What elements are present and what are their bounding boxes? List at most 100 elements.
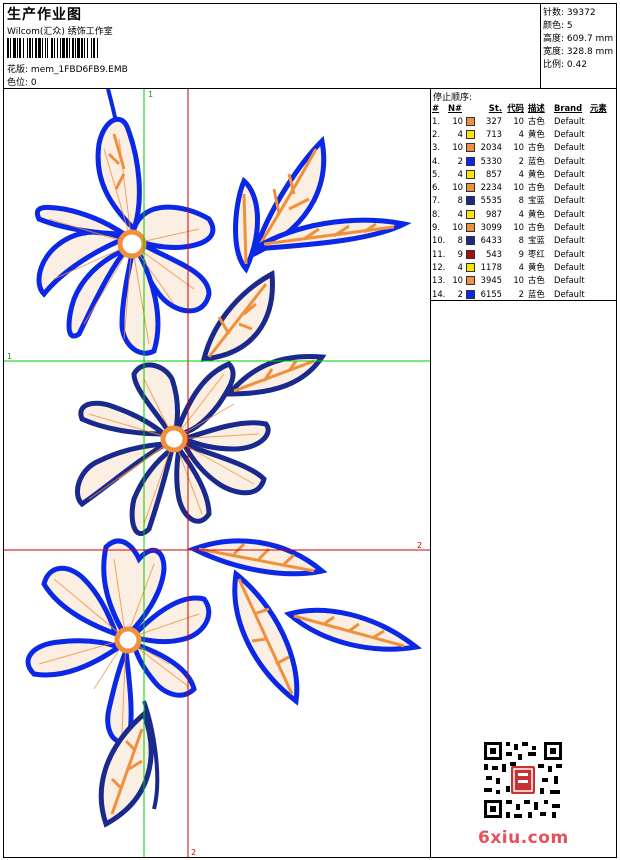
row-element xyxy=(590,287,616,300)
row-needle: 4 xyxy=(457,128,463,139)
color-swatch xyxy=(466,236,475,246)
production-sheet: 生产作业图 Wilcom(汇众) 绣饰工作室 花版: mem_1FBD6FB9.… xyxy=(0,0,620,860)
row-brand: Default xyxy=(554,182,585,193)
row-brand: Default xyxy=(554,142,585,153)
row-index: 11. xyxy=(432,248,446,259)
row-swatch-cell xyxy=(466,141,478,154)
row-desc: 古色 xyxy=(528,222,545,233)
color-swatch xyxy=(466,116,475,126)
row-needle: 10 xyxy=(452,222,463,233)
row-swatch-cell xyxy=(466,234,478,247)
pattern-label: 花版: xyxy=(7,65,29,75)
color-swatch xyxy=(466,169,475,179)
table-row: 1. 10 327 10 古色 Default xyxy=(432,114,616,127)
row-index: 6. xyxy=(432,182,440,193)
col-needle: N# xyxy=(448,102,463,113)
row-needle: 9 xyxy=(457,248,463,259)
row-swatch-cell xyxy=(466,114,478,127)
row-desc: 古色 xyxy=(528,275,545,286)
row-code: 10 xyxy=(513,182,524,193)
row-needle: 10 xyxy=(452,115,463,126)
embroidery-design: 1 1 2 2 xyxy=(4,89,430,857)
row-stitches: 713 xyxy=(486,128,502,139)
row-element xyxy=(590,127,616,140)
stat-colors: 颜色: 5 xyxy=(543,21,573,31)
row-swatch-cell xyxy=(466,194,478,207)
row-swatch-cell xyxy=(466,287,478,300)
row-stitches: 5535 xyxy=(480,195,502,206)
color-swatch xyxy=(466,129,475,139)
row-brand: Default xyxy=(554,208,585,219)
sheet-title: 生产作业图 xyxy=(7,7,82,23)
row-code: 8 xyxy=(518,235,524,246)
table-row: 4. 2 5330 2 蓝色 Default xyxy=(432,154,616,167)
guide-label-v1: 1 xyxy=(148,90,153,99)
row-brand: Default xyxy=(554,128,585,139)
stat-stitches: 针数: 39372 xyxy=(543,8,596,18)
row-code: 9 xyxy=(518,248,524,259)
row-needle: 4 xyxy=(457,261,463,272)
leaves-top-right xyxy=(233,135,412,274)
row-code: 8 xyxy=(518,195,524,206)
row-swatch-cell xyxy=(466,207,478,220)
color-position-line: 色位: 0 xyxy=(7,75,37,88)
flower-top xyxy=(34,89,216,356)
flower-bottom xyxy=(25,538,212,744)
row-code: 4 xyxy=(518,261,524,272)
table-row: 12. 4 1178 4 黄色 Default xyxy=(432,260,616,273)
row-swatch-cell xyxy=(466,260,478,273)
row-index: 8. xyxy=(432,208,440,219)
row-needle: 2 xyxy=(457,155,463,166)
row-stitches: 3945 xyxy=(480,275,502,286)
stat-width: 宽度: 328.8 mm xyxy=(543,47,614,57)
row-element xyxy=(590,154,616,167)
table-row: 2. 4 713 4 黄色 Default xyxy=(432,127,616,140)
barcode-bar xyxy=(98,38,99,58)
qr-code xyxy=(482,740,564,820)
row-desc: 黄色 xyxy=(528,128,545,139)
table-row: 11. 9 543 9 枣红 Default xyxy=(432,247,616,260)
row-index: 2. xyxy=(432,128,440,139)
row-element xyxy=(590,180,616,193)
row-desc: 古色 xyxy=(528,115,545,126)
row-swatch-cell xyxy=(466,220,478,233)
row-stitches: 987 xyxy=(486,208,502,219)
row-element xyxy=(590,207,616,220)
row-code: 4 xyxy=(518,128,524,139)
row-code: 10 xyxy=(513,142,524,153)
row-element xyxy=(590,247,616,260)
row-stitches: 2234 xyxy=(480,182,502,193)
row-desc: 宝蓝 xyxy=(528,235,545,246)
row-needle: 4 xyxy=(457,168,463,179)
row-desc: 宝蓝 xyxy=(528,195,545,206)
color-position-label: 色位: xyxy=(7,78,29,88)
guide-label-v2: 2 xyxy=(191,848,196,857)
row-desc: 黄色 xyxy=(528,208,545,219)
color-swatch xyxy=(466,276,475,286)
table-row: 3. 10 2034 10 古色 Default xyxy=(432,141,616,154)
color-swatch xyxy=(466,143,475,153)
row-element xyxy=(590,167,616,180)
table-row: 10. 8 6433 8 宝蓝 Default xyxy=(432,234,616,247)
table-row: 13. 10 3945 10 古色 Default xyxy=(432,274,616,287)
row-code: 4 xyxy=(518,168,524,179)
table-row: 7. 8 5535 8 宝蓝 Default xyxy=(432,194,616,207)
color-swatch xyxy=(466,209,475,219)
row-code: 10 xyxy=(513,275,524,286)
row-brand: Default xyxy=(554,155,585,166)
row-index: 5. xyxy=(432,168,440,179)
row-brand: Default xyxy=(554,248,585,259)
color-swatch xyxy=(466,196,475,206)
row-desc: 枣红 xyxy=(528,248,545,259)
color-swatch xyxy=(466,262,475,272)
col-element: 元素 xyxy=(590,102,607,113)
row-needle: 10 xyxy=(452,275,463,286)
stat-height: 高度: 609.7 mm xyxy=(543,34,614,44)
row-index: 3. xyxy=(432,142,440,153)
row-needle: 8 xyxy=(457,195,463,206)
row-stitches: 2034 xyxy=(480,142,502,153)
row-brand: Default xyxy=(554,288,585,299)
row-element xyxy=(590,234,616,247)
pattern-value: mem_1FBD6FB9.EMB xyxy=(30,65,128,75)
row-element xyxy=(590,274,616,287)
